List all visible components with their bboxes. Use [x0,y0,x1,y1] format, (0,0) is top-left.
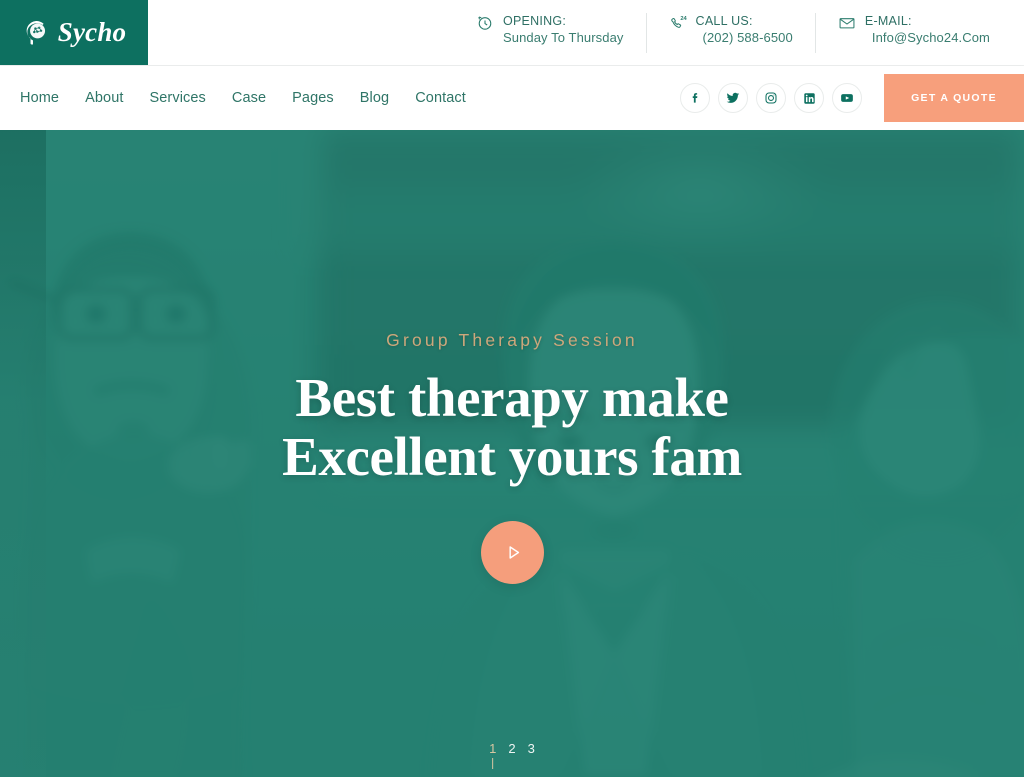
nav-menu: Home About Services Case Pages Blog Cont… [20,84,479,112]
svg-text:24: 24 [680,15,687,21]
nav-item-services[interactable]: Services [137,84,219,112]
twitter-icon[interactable] [718,83,748,113]
nav-item-about[interactable]: About [72,84,136,112]
linkedin-icon[interactable] [794,83,824,113]
hero-title-line-1: Best therapy make [295,367,729,428]
hero-subtitle: Group Therapy Session [386,330,638,350]
social-links [680,83,862,113]
play-icon [501,543,523,562]
main-navigation: Home About Services Case Pages Blog Cont… [0,66,1024,130]
topbar-item-opening: OPENING: Sunday To Thursday [454,13,646,53]
nav-item-case[interactable]: Case [219,84,279,112]
slider-page-3-label: 3 [527,740,535,756]
hero-title-line-2: Excellent yours fam [282,425,742,487]
top-bar: Sycho OPENING: Sunday To Thursday 24 CAL… [0,0,1024,66]
hero-title: Best therapy make Excellent yours fam [282,367,742,487]
slider-page-1-indicator [492,758,494,769]
topbar-item-email: E-MAIL: Info@Sycho24.Com [814,12,1012,53]
nav-item-pages[interactable]: Pages [279,84,347,112]
logo-text: Sycho [57,17,127,47]
slider-page-3[interactable]: 3 [527,740,535,756]
nav-right-group: GET A QUOTE [680,66,1024,130]
instagram-icon[interactable] [756,83,786,113]
top-contact-info: OPENING: Sunday To Thursday 24 CALL US: … [148,0,1024,65]
hero-slider: Group Therapy Session Best therapy make … [0,130,1024,777]
slider-page-1[interactable]: 1 [489,740,497,769]
topbar-label-call: CALL US: [695,13,753,28]
topbar-value-email[interactable]: Info@Sycho24.Com [865,29,990,46]
slider-page-2-label: 2 [508,740,516,756]
envelope-icon [838,14,856,32]
youtube-icon[interactable] [832,83,862,113]
video-play-button[interactable] [480,520,544,584]
clock-icon [476,14,494,32]
topbar-label-opening: OPENING: [502,13,567,28]
topbar-value-opening: Sunday To Thursday [502,30,624,46]
get-a-quote-button[interactable]: GET A QUOTE [884,74,1024,122]
topbar-item-call: 24 CALL US: (202) 588-6500 [645,12,815,53]
logo[interactable]: Sycho [0,0,148,65]
topbar-label-email: E-MAIL: [864,13,912,28]
hero-content: Group Therapy Session Best therapy make … [0,130,1024,777]
head-brain-icon [22,18,52,48]
slider-page-1-label: 1 [489,740,497,756]
nav-item-blog[interactable]: Blog [347,84,402,112]
hero-play-wrapper [480,520,544,584]
topbar-value-call[interactable]: (202) 588-6500 [696,29,793,46]
facebook-icon[interactable] [680,83,710,113]
phone-24-icon: 24 [669,14,687,32]
slider-pagination: 1 2 3 [489,740,535,769]
nav-item-home[interactable]: Home [20,84,72,112]
nav-item-contact[interactable]: Contact [402,84,479,112]
slider-page-2[interactable]: 2 [508,740,516,756]
